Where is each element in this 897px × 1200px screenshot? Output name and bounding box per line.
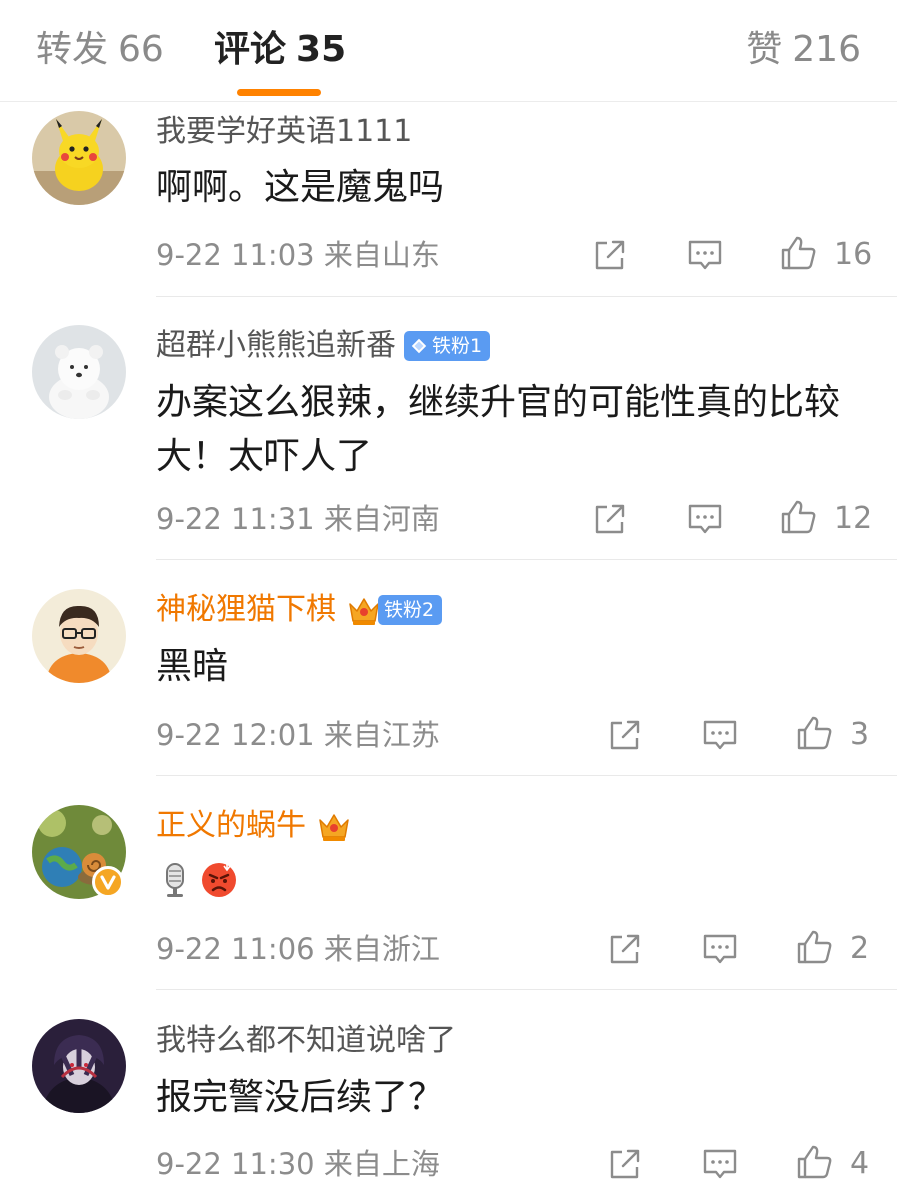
comment-username[interactable]: 超群小熊熊追新番 铁粉1	[156, 326, 491, 366]
fan-badge: 铁粉1	[404, 331, 491, 361]
share-icon[interactable]	[590, 499, 630, 539]
tab-likes-count: 216	[792, 29, 861, 70]
share-icon[interactable]	[605, 715, 645, 755]
like-count: 4	[850, 1146, 870, 1181]
comment-text: 黑暗	[156, 646, 229, 687]
cartoon-man-avatar-image	[32, 589, 126, 683]
polar-bear-avatar-image	[32, 325, 126, 419]
comment-meta: 9-22 11:06 来自浙江	[156, 929, 440, 969]
comment-meta: 9-22 11:30 来自上海	[156, 1144, 440, 1184]
comment-time: 9-22 11:06	[156, 932, 315, 966]
like-count: 3	[850, 717, 870, 752]
thumbs-up-icon[interactable]	[778, 497, 818, 537]
comment-text: 报完警没后续了？	[156, 1077, 445, 1118]
comment-time: 9-22 12:01	[156, 718, 315, 752]
comment-meta: 9-22 11:03 来自山东	[156, 235, 440, 275]
share-icon[interactable]	[605, 929, 645, 969]
comment-icon[interactable]	[700, 929, 740, 969]
comment-time: 9-22 11:03	[156, 238, 315, 272]
crown-icon	[316, 808, 352, 844]
tab-comments-label: 评论	[214, 29, 287, 70]
share-icon[interactable]	[590, 235, 630, 275]
comment-username[interactable]: 正义的蜗牛	[156, 806, 352, 846]
thumbs-up-icon[interactable]	[794, 1142, 834, 1182]
tab-comments[interactable]: 评论 35	[214, 26, 346, 74]
pikachu-avatar-image	[32, 111, 126, 205]
dark-anime-avatar-image	[32, 1019, 126, 1113]
avatar[interactable]	[32, 111, 126, 205]
comment-divider	[156, 775, 897, 776]
fan-badge-label: 铁粉2	[384, 599, 435, 621]
avatar[interactable]	[32, 1019, 126, 1113]
comment-divider	[156, 989, 897, 990]
thumbs-up-icon[interactable]	[794, 713, 834, 753]
comment-icon[interactable]	[685, 235, 725, 275]
comment-text: 啊啊。这是魔鬼吗	[156, 167, 445, 208]
fan-badge-label: 铁粉1	[432, 335, 483, 357]
microphone-emoji	[166, 863, 184, 897]
comment-icon[interactable]	[700, 715, 740, 755]
diamond-icon	[411, 338, 427, 354]
username-text: 我特么都不知道说啥了	[156, 1023, 456, 1058]
tab-comments-count: 35	[296, 29, 347, 70]
comment-username[interactable]: 我要学好英语1111	[156, 112, 412, 152]
like-count: 12	[834, 501, 873, 536]
comment-location: 来自浙江	[323, 932, 440, 966]
avatar[interactable]	[32, 325, 126, 419]
username-text: 神秘狸猫下棋	[156, 592, 336, 627]
crown-icon	[346, 592, 382, 628]
comment-location: 来自上海	[323, 1147, 440, 1181]
thumbs-up-icon[interactable]	[794, 927, 834, 967]
like-count: 16	[834, 237, 873, 272]
thumbs-up-icon[interactable]	[778, 233, 818, 273]
comment-time: 9-22 11:31	[156, 502, 315, 536]
tab-repost-label: 转发	[36, 29, 109, 70]
tab-repost[interactable]: 转发 66	[36, 26, 164, 74]
comment-divider	[156, 296, 897, 297]
tab-repost-count: 66	[118, 29, 164, 70]
comment-username[interactable]: 神秘狸猫下棋 铁粉2	[156, 590, 443, 630]
tab-likes[interactable]: 赞 216	[746, 26, 861, 74]
angry-face-emoji	[202, 863, 236, 897]
comment-emojis	[156, 861, 238, 899]
comment-time: 9-22 11:30	[156, 1147, 315, 1181]
share-icon[interactable]	[605, 1144, 645, 1184]
comment-username[interactable]: 我特么都不知道说啥了	[156, 1021, 456, 1061]
comment-location: 来自江苏	[323, 718, 440, 752]
comment-text: 办案这么狠辣，继续升官的可能性真的比较大！太吓人了	[156, 382, 841, 477]
comment-location: 来自山东	[323, 238, 440, 272]
active-tab-indicator	[237, 89, 321, 96]
like-count: 2	[850, 931, 870, 966]
comment-icon[interactable]	[685, 499, 725, 539]
tab-likes-label: 赞	[746, 29, 783, 70]
comment-meta: 9-22 12:01 来自江苏	[156, 715, 440, 755]
username-text: 正义的蜗牛	[156, 808, 306, 843]
comment-location: 来自河南	[323, 502, 440, 536]
username-text: 超群小熊熊追新番	[156, 328, 396, 363]
avatar[interactable]	[32, 589, 126, 683]
username-text: 我要学好英语1111	[156, 114, 413, 149]
comment-tabs: 转发 66 评论 35 赞 216	[0, 0, 897, 102]
verified-v-icon	[92, 866, 124, 898]
comment-icon[interactable]	[700, 1144, 740, 1184]
comment-meta: 9-22 11:31 来自河南	[156, 499, 440, 539]
fan-badge: 铁粉2	[378, 595, 443, 625]
comment-divider	[156, 559, 897, 560]
